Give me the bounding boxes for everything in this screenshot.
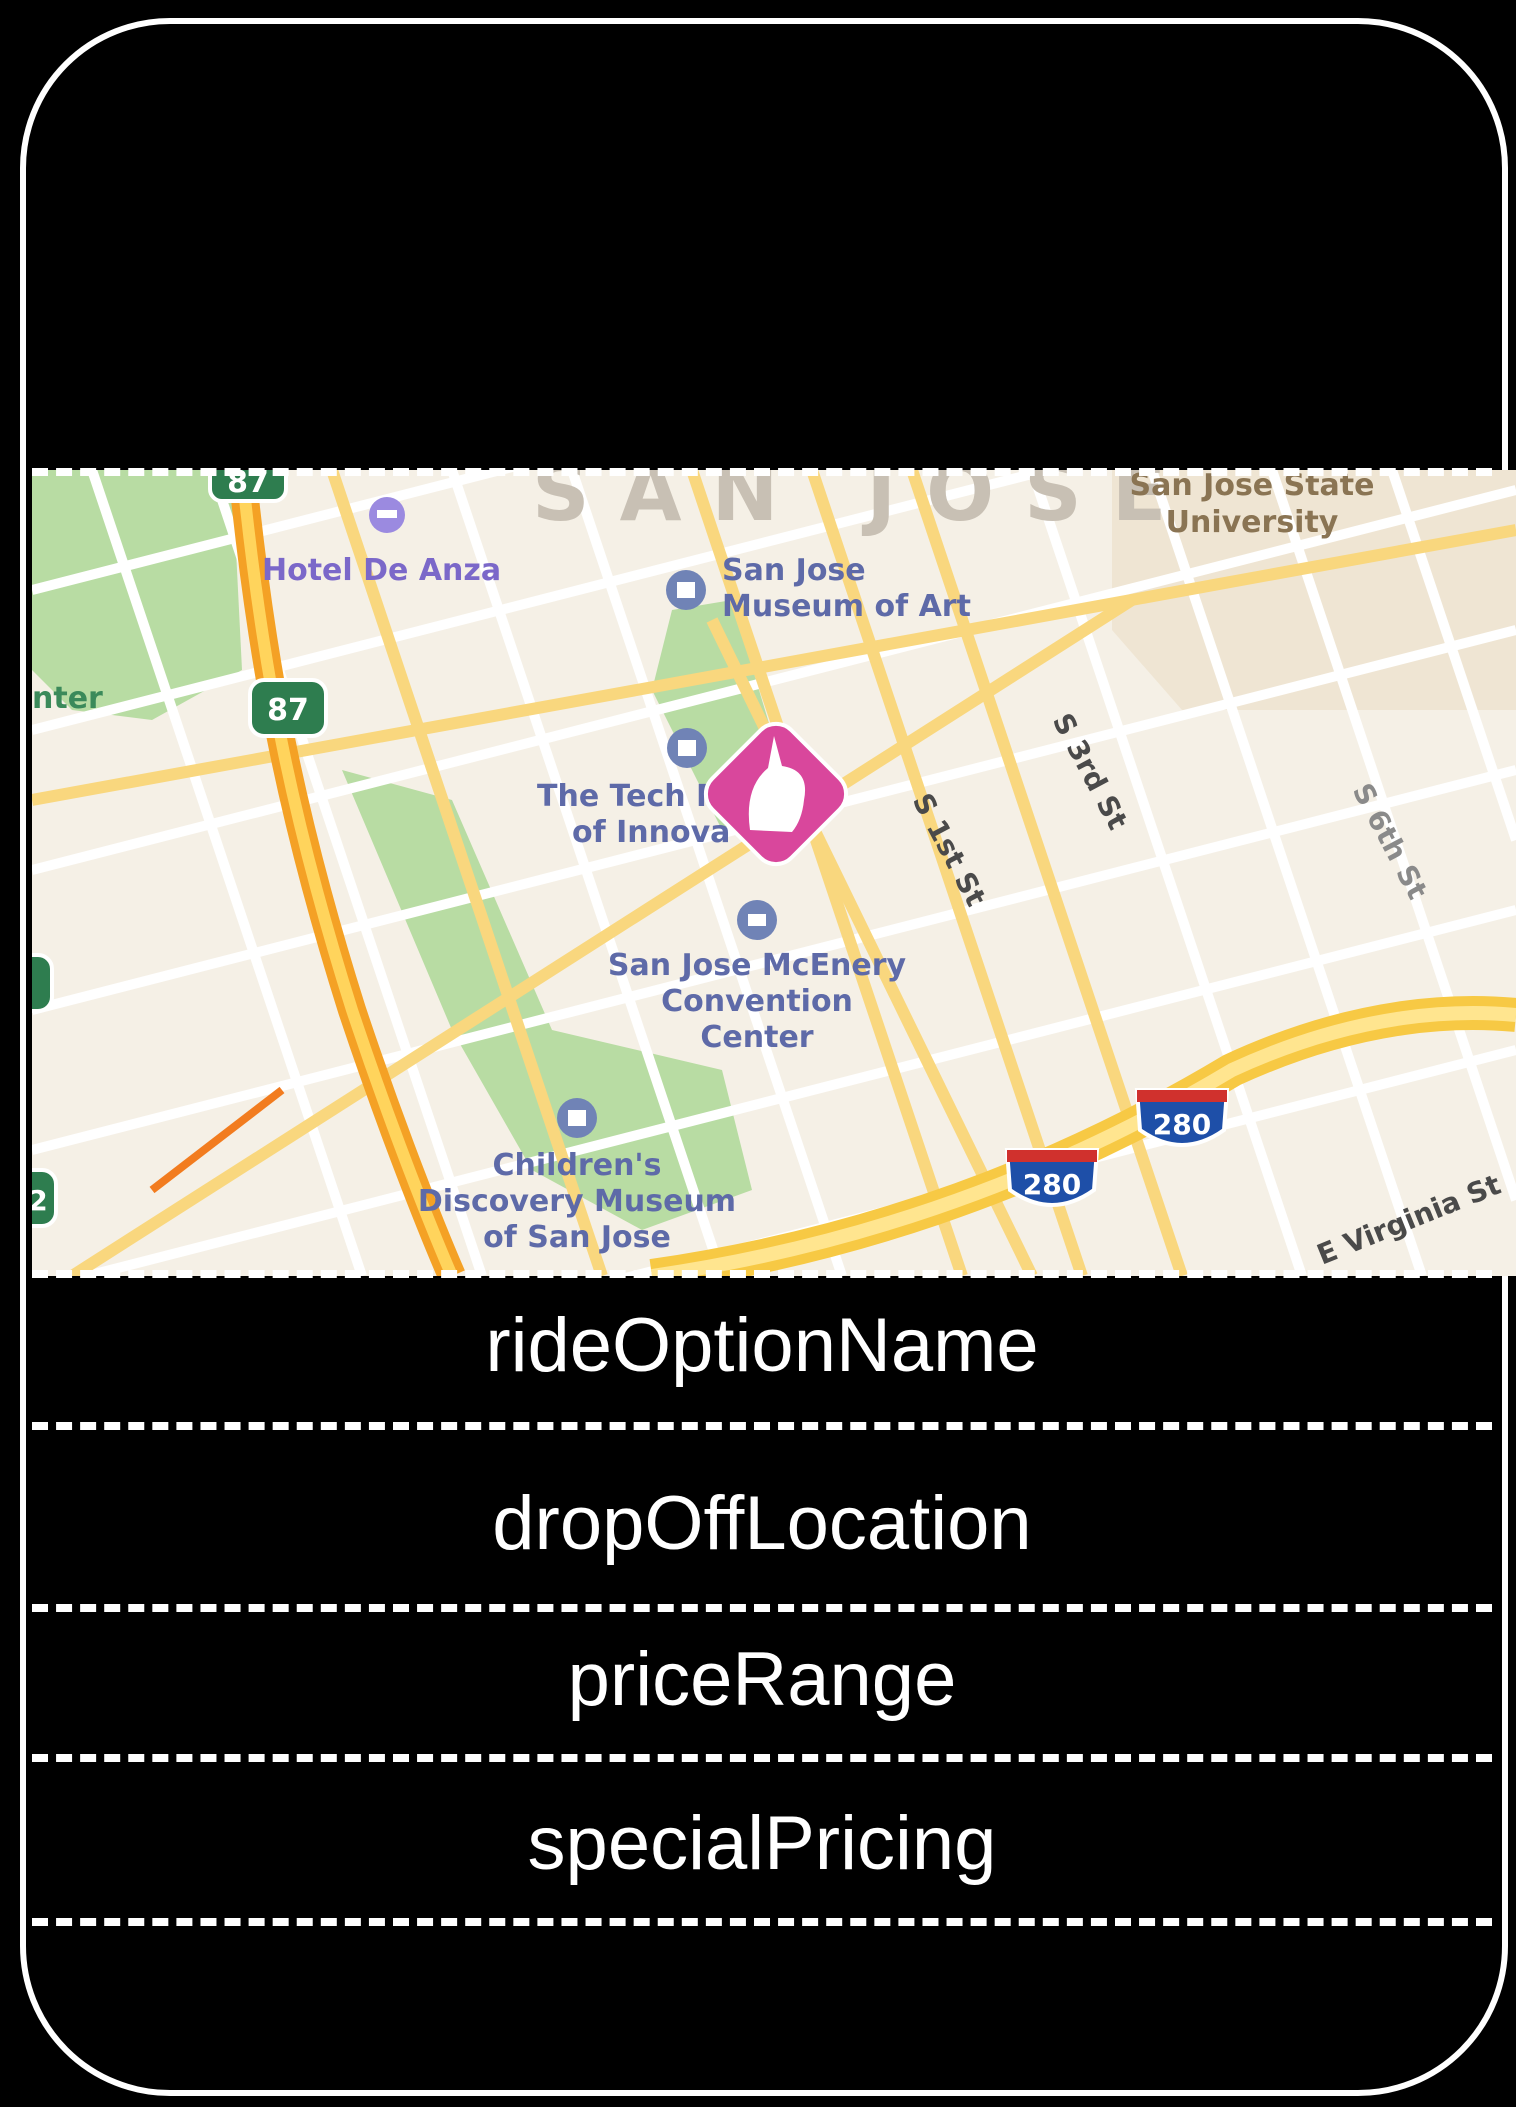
svg-text:280: 280 bbox=[1153, 1108, 1211, 1141]
museum-art-label-line2: Museum of Art bbox=[722, 589, 971, 624]
museum-art-label-line1: San Jose bbox=[722, 553, 866, 588]
center-partial-label: nter bbox=[32, 681, 103, 716]
museum-icon bbox=[557, 1098, 597, 1138]
convention-label-line3: Center bbox=[700, 1020, 813, 1055]
interstate-280-shield-icon: 280 bbox=[1134, 1088, 1230, 1147]
row-divider bbox=[32, 1754, 1492, 1762]
convention-label-line2: Convention bbox=[661, 984, 853, 1019]
street-label-virginia: E Virginia St bbox=[1312, 1168, 1505, 1272]
row-divider bbox=[32, 1918, 1492, 1926]
interstate-280-shield-icon: 280 bbox=[1004, 1148, 1100, 1207]
museum-icon bbox=[667, 728, 707, 768]
price-range-field: priceRange bbox=[567, 1637, 957, 1722]
map-view[interactable]: SAN JOSE San Jose State University Hotel… bbox=[32, 470, 1516, 1276]
university-label-line2: University bbox=[1166, 505, 1339, 540]
childrens-museum-label-line3: of San Jose bbox=[483, 1220, 671, 1255]
tech-museum-label-line2: of Innova bbox=[572, 815, 730, 850]
special-pricing-field: specialPricing bbox=[527, 1801, 997, 1886]
hotel-icon bbox=[369, 497, 405, 533]
svg-text:280: 280 bbox=[1023, 1168, 1081, 1201]
city-label: SAN JOSE bbox=[532, 470, 1196, 539]
ride-option-name-field: rideOptionName bbox=[485, 1303, 1039, 1388]
highway-shield-partial-icon bbox=[32, 953, 54, 1013]
hotel-label: Hotel De Anza bbox=[262, 553, 501, 588]
museum-icon bbox=[666, 570, 706, 610]
map-bottom-divider bbox=[32, 1270, 1492, 1278]
map-labels: SAN JOSE San Jose State University Hotel… bbox=[32, 470, 1505, 1272]
street-label-3rd: S 3rd St bbox=[1046, 708, 1135, 835]
highway-87-shield-icon: 87 bbox=[248, 678, 328, 738]
svg-text:87: 87 bbox=[267, 693, 309, 728]
map-top-divider bbox=[32, 468, 1492, 476]
street-label-1st: S 1st St bbox=[906, 788, 993, 912]
convention-center-icon bbox=[737, 900, 777, 940]
childrens-museum-label-line1: Children's bbox=[493, 1148, 662, 1183]
childrens-museum-label-line2: Discovery Museum bbox=[418, 1184, 736, 1219]
tech-museum-label-line1: The Tech M bbox=[537, 779, 726, 814]
street-label-6th: S 6th St bbox=[1346, 778, 1434, 905]
row-divider bbox=[32, 1604, 1492, 1612]
row-divider bbox=[32, 1422, 1492, 1430]
convention-label-line1: San Jose McEnery bbox=[608, 948, 907, 983]
svg-text:2: 2 bbox=[32, 1184, 48, 1217]
highway-shield-partial-icon: 2 bbox=[32, 1168, 58, 1228]
drop-off-location-field: dropOffLocation bbox=[492, 1481, 1032, 1566]
